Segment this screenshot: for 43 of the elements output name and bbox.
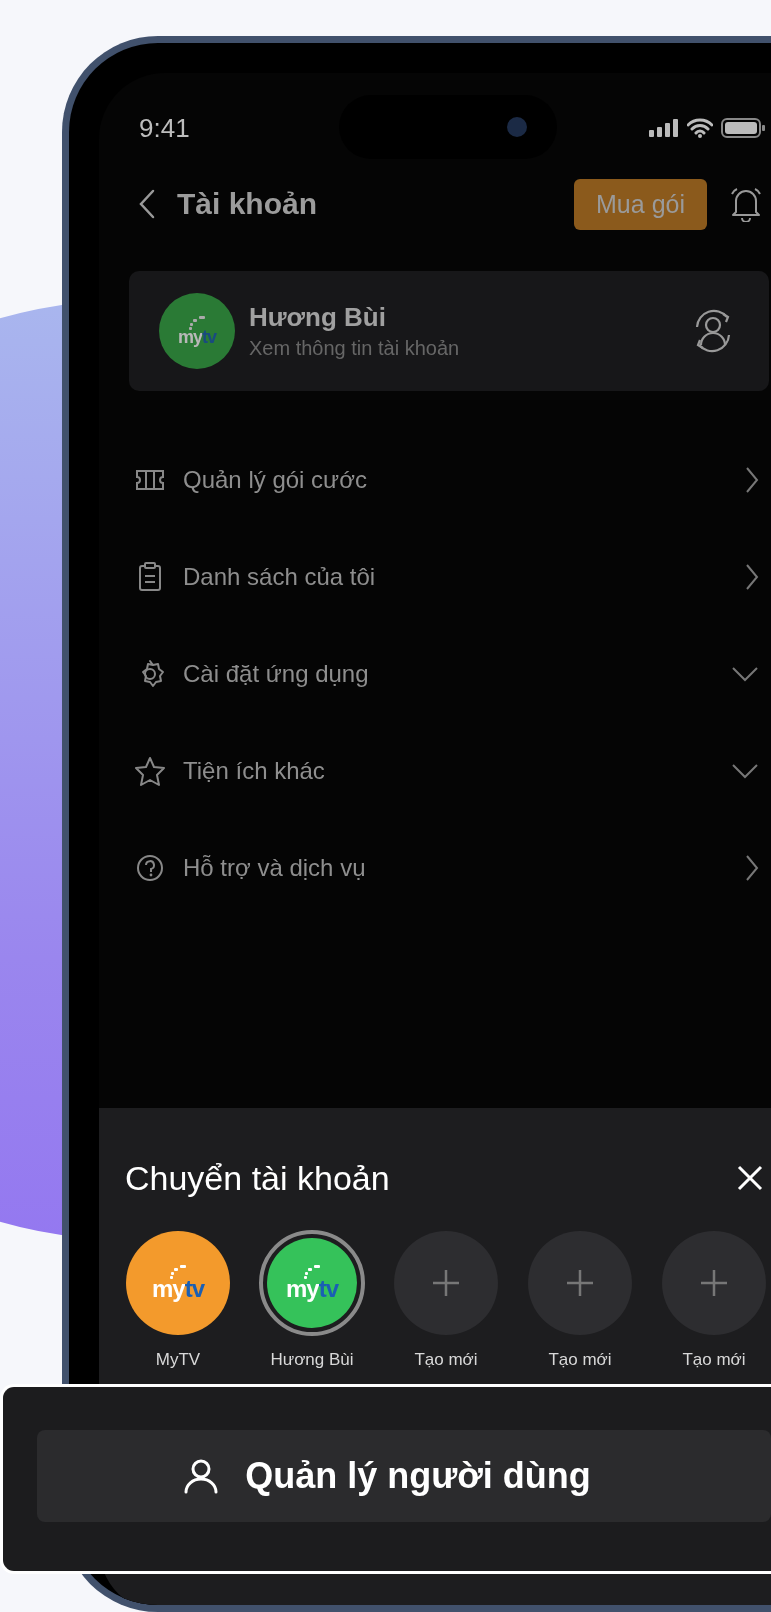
profile-name: Hương Bùi — [249, 302, 387, 333]
chevron-down-icon — [731, 665, 759, 682]
page-title: Tài khoản — [177, 187, 318, 221]
account-option[interactable]: Tạo mới — [393, 1230, 499, 1370]
dots-icon — [186, 316, 208, 332]
logo-wordmark: mytv — [286, 1277, 338, 1301]
logo-wordmark: mytv — [152, 1277, 204, 1301]
chevron-right-icon — [745, 853, 759, 882]
sheet-title: Chuyển tài khoản — [125, 1158, 391, 1198]
plus-icon — [431, 1268, 461, 1298]
chevron-down-icon — [731, 762, 759, 779]
plus-icon — [565, 1268, 595, 1298]
bell-icon — [729, 186, 763, 222]
notification-button[interactable] — [729, 186, 763, 222]
menu-item[interactable]: Cài đặt ứng dụng — [135, 625, 759, 722]
profile-subtitle: Xem thông tin tài khoản — [249, 337, 460, 360]
close-button[interactable] — [737, 1165, 763, 1191]
help-icon — [135, 852, 165, 883]
close-icon — [737, 1165, 763, 1191]
dots-icon — [301, 1265, 323, 1281]
menu-item[interactable]: Danh sách của tôi — [135, 528, 759, 625]
menu-item[interactable]: Hỗ trợ và dịch vụ — [135, 819, 759, 916]
logo-wordmark: mytv — [178, 328, 216, 346]
plus-icon — [699, 1268, 729, 1298]
account-option[interactable]: Tạo mới — [527, 1230, 633, 1370]
account-option[interactable]: mytv MyTV — [125, 1230, 231, 1370]
dots-icon — [167, 1265, 189, 1281]
menu-item[interactable]: Tiện ích khác — [135, 722, 759, 819]
user-icon — [183, 1458, 220, 1494]
profile-card[interactable]: mytv Hương Bùi Xem thông tin tài khoản — [129, 271, 769, 391]
camera-icon — [507, 117, 527, 137]
wifi-icon — [687, 118, 713, 138]
manage-users-button[interactable]: Quản lý người dùng — [37, 1430, 771, 1522]
account-option[interactable]: Tạo mới — [661, 1230, 767, 1370]
back-button[interactable] — [139, 189, 155, 219]
chevron-right-icon — [745, 562, 759, 591]
signal-icon — [649, 119, 679, 137]
menu-item[interactable]: Quản lý gói cước — [135, 431, 759, 528]
star-icon — [135, 755, 165, 786]
status-time: 9:41 — [139, 112, 190, 144]
battery-icon — [721, 118, 765, 138]
chevron-right-icon — [745, 465, 759, 494]
back-icon — [139, 189, 155, 219]
